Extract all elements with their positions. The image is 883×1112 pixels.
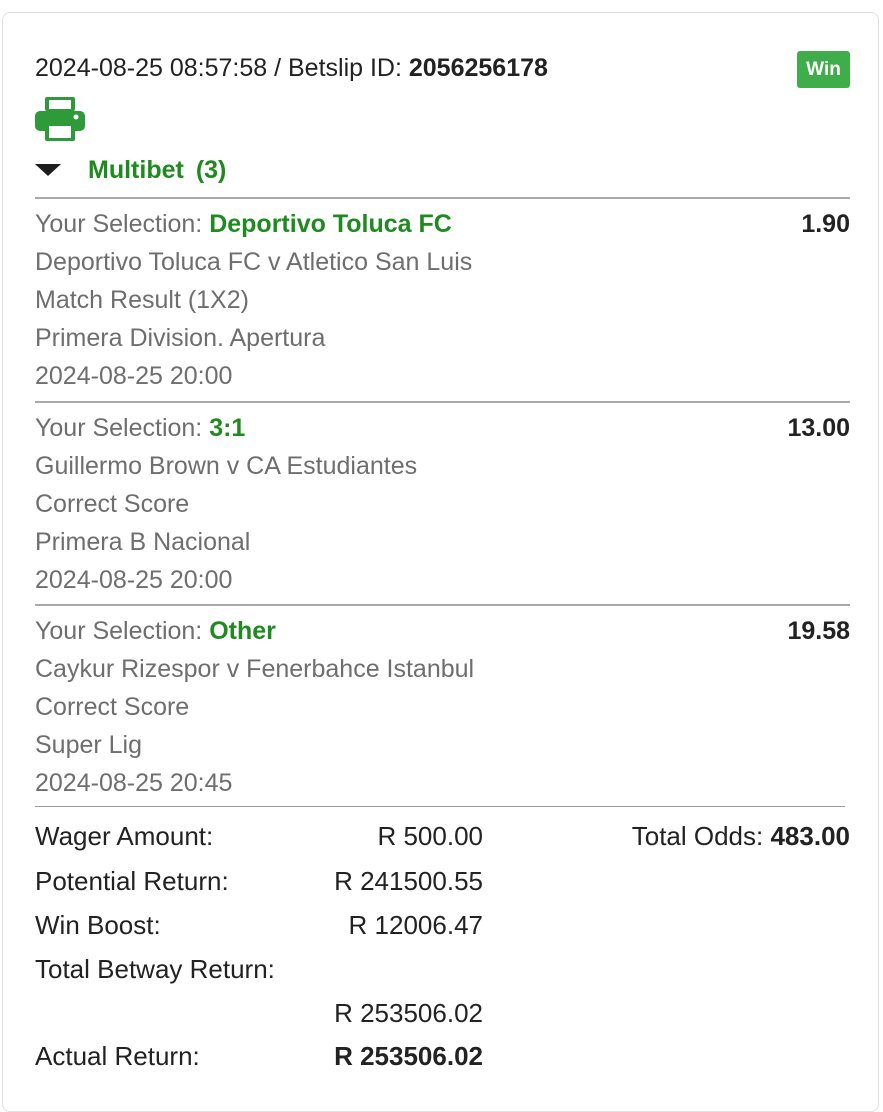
selection-prefix: Your Selection: bbox=[35, 210, 210, 238]
caret-down-icon bbox=[35, 164, 61, 176]
potential-return-label: Potential Return: bbox=[35, 866, 229, 896]
betslip-header: 2024-08-25 08:57:58 / Betslip ID: 205625… bbox=[35, 54, 548, 83]
selection-line: Your Selection: Other bbox=[35, 612, 850, 650]
wager-amount-label: Wager Amount: bbox=[35, 821, 214, 851]
selection-prefix: Your Selection: bbox=[35, 414, 210, 442]
selection-market: Match Result (1X2) bbox=[35, 286, 249, 314]
divider bbox=[35, 604, 850, 606]
selection-line: Your Selection: Deportivo Toluca FC bbox=[35, 205, 850, 243]
selection-item: Your Selection: Deportivo Toluca FC Depo… bbox=[35, 205, 850, 395]
selection-odds: 19.58 bbox=[787, 617, 850, 645]
selection-match: Caykur Rizespor v Fenerbahce Istanbul bbox=[35, 655, 475, 683]
selection-datetime: 2024-08-25 20:45 bbox=[35, 769, 233, 797]
selection-odds: 13.00 bbox=[787, 414, 850, 442]
selection-match: Deportivo Toluca FC v Atletico San Luis bbox=[35, 248, 473, 276]
multibet-label: Multibet bbox=[88, 155, 184, 184]
actual-return-label: Actual Return: bbox=[35, 1041, 200, 1071]
selection-match: Guillermo Brown v CA Estudiantes bbox=[35, 452, 418, 480]
divider bbox=[35, 197, 850, 199]
total-odds-label: Total Odds: bbox=[631, 821, 771, 851]
selection-pick: Deportivo Toluca FC bbox=[209, 210, 452, 238]
selection-pick: 3:1 bbox=[209, 414, 246, 442]
selection-item: Your Selection: 3:1 Guillermo Brown v CA… bbox=[35, 409, 850, 599]
selection-league: Super Lig bbox=[35, 731, 143, 759]
win-boost-label: Win Boost: bbox=[35, 910, 161, 940]
total-odds: Total Odds: 483.00 bbox=[560, 821, 850, 852]
selection-market: Correct Score bbox=[35, 693, 190, 721]
selection-prefix: Your Selection: bbox=[35, 617, 210, 645]
divider bbox=[35, 401, 850, 403]
selection-datetime: 2024-08-25 20:00 bbox=[35, 362, 233, 390]
printer-icon[interactable] bbox=[33, 95, 87, 143]
selection-league: Primera Division. Apertura bbox=[35, 324, 326, 352]
betslip-id-label: / Betslip ID: bbox=[267, 54, 409, 82]
selection-odds: 1.90 bbox=[801, 210, 850, 238]
selection-datetime: 2024-08-25 20:00 bbox=[35, 566, 233, 594]
selection-item: Your Selection: Other Caykur Rizespor v … bbox=[35, 612, 850, 802]
selection-league: Primera B Nacional bbox=[35, 528, 251, 556]
selection-market: Correct Score bbox=[35, 490, 190, 518]
potential-return-value: R 241500.55 bbox=[334, 866, 483, 896]
win-boost-value: R 12006.47 bbox=[348, 910, 483, 940]
wager-amount-value: R 500.00 bbox=[377, 821, 483, 851]
actual-return-value: R 253506.02 bbox=[334, 1041, 483, 1071]
multibet-toggle[interactable]: Multibet (3) bbox=[35, 152, 226, 188]
betslip-datetime: 2024-08-25 08:57:58 bbox=[35, 54, 268, 82]
betslip-id: 2056256178 bbox=[408, 54, 548, 82]
divider bbox=[35, 806, 845, 807]
multibet-count: (3) bbox=[195, 155, 227, 184]
selection-pick: Other bbox=[209, 617, 276, 645]
total-betway-return-value: R 253506.02 bbox=[334, 998, 483, 1028]
status-badge: Win bbox=[797, 51, 850, 88]
total-betway-return-label: Total Betway Return: bbox=[35, 954, 275, 984]
selection-line: Your Selection: 3:1 bbox=[35, 409, 850, 447]
total-odds-value: 483.00 bbox=[770, 821, 850, 851]
